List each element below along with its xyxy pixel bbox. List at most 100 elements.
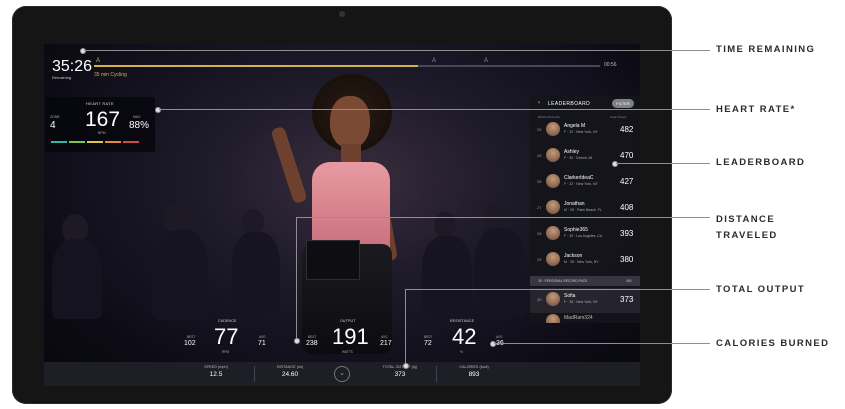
callout-leaderboard: LEADERBOARD <box>716 157 806 168</box>
distance-stat: DISTANCE (mi) 24.60 <box>260 365 320 378</box>
resistance-unit: % <box>460 350 463 354</box>
leaderboard-location: F · 28 · New York, NY <box>564 300 598 304</box>
output-avg: 217 <box>380 340 392 347</box>
instructor-face <box>330 96 370 148</box>
segment-marker: A <box>484 58 489 64</box>
leaderboard-row[interactable]: MadRam324 <box>530 312 640 323</box>
leaderboard-score: 482 <box>620 125 634 134</box>
callout-calories: CALORIES BURNED <box>716 338 830 349</box>
resistance-avg-label: AVG <box>496 335 503 339</box>
time-remaining: 35:26 <box>52 58 93 75</box>
leaderboard-row[interactable]: 25 Angela M F · 32 · New York, NY 482 <box>530 118 640 143</box>
leaderboard-row[interactable]: 28 Sophie365 F · 30 · Los Angeles, CA 39… <box>530 222 640 247</box>
total-output-value: 373 <box>394 371 406 378</box>
heart-rate-unit: BPM <box>98 131 106 135</box>
distance-label: DISTANCE (mi) <box>276 365 304 369</box>
speed-stat: SPEED (mph) 12.5 <box>186 365 246 378</box>
max-label: MAX <box>133 115 141 119</box>
leaderboard-rank: 25 <box>537 127 542 132</box>
leaderboard-location: F · 30 · Los Angeles, CA <box>564 234 603 238</box>
personal-record-value: 400 <box>626 279 632 283</box>
avatar <box>546 314 560 323</box>
chevron-down-icon[interactable]: ⌄ <box>334 366 350 382</box>
leaderboard-name: MadRam324 <box>564 315 593 321</box>
leaderboard-rank: 28 <box>537 231 542 236</box>
leaderboard-location: F · 32 · New York, NY <box>564 182 598 186</box>
leaderboard-row[interactable]: 26 Ashley F · 30 · Detroit, MI 470 <box>530 144 640 169</box>
zone-bar <box>51 141 67 143</box>
heart-rate-panel[interactable]: HEART RATE ZONE 4 167 BPM MAX 88% <box>45 97 155 152</box>
resistance-value: 42 <box>452 324 477 349</box>
leaderboard-location: F · 32 · New York, NY <box>564 130 598 134</box>
callout-line <box>405 289 406 364</box>
total-output-stat: TOTAL OUTPUT (kj) 373 <box>370 365 430 378</box>
output-avg-label: AVG <box>381 335 388 339</box>
leaderboard-row[interactable]: 28 ClarkerIdeaC F · 32 · New York, NY 42… <box>530 170 640 195</box>
distance-value: 24.60 <box>281 371 299 378</box>
callout-dot <box>403 363 409 369</box>
zone-bar <box>69 141 85 143</box>
output-unit: WATTS <box>342 350 353 354</box>
class-title: 35 min Cycling <box>94 72 127 78</box>
class-video-screen[interactable]: 35:26 Remaining A A A 35 min Cycling 00:… <box>44 44 640 386</box>
avatar <box>546 252 560 266</box>
leaderboard-score: 470 <box>620 151 634 160</box>
bike-screen <box>306 240 360 280</box>
calories-stat: CALORIES (kcal) 893 <box>444 365 504 378</box>
avatar <box>546 226 560 240</box>
cadence-unit: RPM <box>222 350 230 354</box>
leaderboard-title: LEADERBOARD <box>548 101 591 107</box>
resistance-best-label: BEST <box>424 335 433 339</box>
avatar <box>546 200 560 214</box>
callout-line <box>616 163 710 164</box>
instructor-arm <box>270 125 308 205</box>
zone-label: ZONE <box>50 115 60 119</box>
tablet-device: 35:26 Remaining A A A 35 min Cycling 00:… <box>12 6 672 404</box>
output-best: 238 <box>306 340 318 347</box>
avatar <box>546 292 560 306</box>
segment-marker: A <box>96 58 101 64</box>
callout-line <box>296 217 710 218</box>
cadence-best-label: BEST <box>187 335 196 339</box>
callout-dot <box>490 341 496 347</box>
heart-rate-value: 167 <box>85 108 121 131</box>
leaderboard-score: 408 <box>620 203 634 212</box>
speed-label: SPEED (mph) <box>204 365 228 369</box>
leaderboard-filter-button[interactable]: FILTER <box>612 99 634 108</box>
time-remaining-label: Remaining <box>52 75 72 80</box>
calories-label: CALORIES (kcal) <box>459 365 489 369</box>
leaderboard-score: 373 <box>620 295 634 304</box>
chevron-left-icon[interactable]: ‹ <box>538 100 540 106</box>
avatar <box>546 174 560 188</box>
output-label: OUTPUT <box>340 319 356 323</box>
resistance-best: 72 <box>424 340 432 347</box>
leaderboard-rank: 27 <box>537 205 542 210</box>
background-rider <box>52 239 102 319</box>
class-progress-bar[interactable] <box>94 65 600 67</box>
zone-bar <box>105 141 121 143</box>
personal-record-divider: 30 · PERSONAL RECORD PACE 400 <box>530 276 640 286</box>
leaderboard-row[interactable]: 29 Jackson M · 28 · New York, NY 380 <box>530 248 640 273</box>
calories-value: 893 <box>468 371 480 378</box>
stat-divider <box>436 366 437 382</box>
personal-record-label: 30 · PERSONAL RECORD PACE <box>538 279 588 283</box>
leaderboard-self-row[interactable]: 30 Sofia F · 28 · New York, NY 373 <box>530 288 640 313</box>
background-rider <box>152 230 208 320</box>
segment-marker: A <box>432 58 437 64</box>
cadence-avg-label: AVG <box>259 335 266 339</box>
leaderboard-rank: 30 <box>537 297 542 302</box>
class-progress-fill <box>94 65 418 67</box>
cadence-value: 77 <box>214 324 239 349</box>
leaderboard-location: M · 25 · Palm Beach, FL <box>564 208 602 212</box>
stat-divider <box>254 366 255 382</box>
leaderboard-name: Jonathan <box>564 201 585 207</box>
callout-heart-rate: HEART RATE* <box>716 104 796 115</box>
leaderboard-rank: 26 <box>537 153 542 158</box>
instructor-neck <box>341 144 361 164</box>
background-rider <box>232 232 280 312</box>
heart-rate-zone-bars <box>51 141 139 143</box>
callout-dot <box>294 338 300 344</box>
callout-line <box>494 343 710 344</box>
resistance-label: RESISTANCE <box>450 319 475 323</box>
leaderboard-name: Sophie365 <box>564 227 588 233</box>
